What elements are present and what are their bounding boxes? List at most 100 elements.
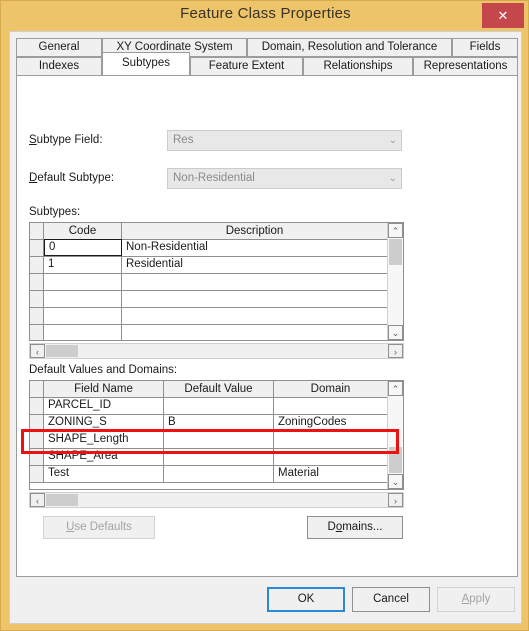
domains-label-pre: D — [327, 521, 336, 533]
table-row[interactable]: Test Material — [30, 466, 387, 483]
cell-description[interactable] — [122, 274, 387, 290]
domains-button[interactable]: Domains... — [307, 516, 403, 539]
tab-domain-resolution-tolerance[interactable]: Domain, Resolution and Tolerance — [247, 38, 452, 57]
tab-representations[interactable]: Representations — [413, 57, 518, 76]
defaults-grid-label: Default Values and Domains: — [29, 364, 178, 376]
table-row[interactable]: 0 Non-Residential — [30, 239, 387, 257]
cancel-button[interactable]: Cancel — [352, 587, 430, 612]
row-header[interactable] — [30, 257, 44, 273]
scroll-right-icon[interactable]: › — [388, 344, 403, 358]
subtypes-vertical-scrollbar[interactable]: ⌃ ⌄ — [387, 223, 403, 340]
ok-button[interactable]: OK — [267, 587, 345, 612]
row-header[interactable] — [30, 466, 44, 482]
cell-field-name[interactable]: SHAPE_Length — [44, 432, 164, 448]
cell-field-name[interactable]: ZONING_S — [44, 415, 164, 431]
subtype-field-label-text: ubtype Field: — [36, 134, 103, 146]
cell-default-value[interactable]: B — [164, 415, 274, 431]
column-header-description[interactable]: Description — [122, 223, 387, 239]
cell-domain[interactable] — [274, 432, 387, 448]
cell-description[interactable] — [122, 291, 387, 307]
cell-field-name[interactable]: SHAPE_Area — [44, 449, 164, 465]
scroll-thumb-horizontal[interactable] — [46, 345, 78, 357]
cell-domain[interactable]: Material — [274, 466, 387, 482]
row-header[interactable] — [30, 432, 44, 448]
column-header-field-name[interactable]: Field Name — [44, 381, 164, 397]
defaults-vertical-scrollbar[interactable]: ⌃ ⌄ — [387, 381, 403, 489]
defaults-grid[interactable]: Field Name Default Value Domain PARCEL_I… — [29, 380, 404, 490]
scroll-down-icon[interactable]: ⌄ — [388, 474, 403, 489]
apply-button[interactable]: Apply — [437, 587, 515, 612]
cell-code[interactable] — [44, 308, 122, 324]
table-row[interactable]: ZONING_S B ZoningCodes — [30, 415, 387, 432]
row-header[interactable] — [30, 308, 44, 324]
cell-field-name[interactable]: Test — [44, 466, 164, 482]
scroll-thumb-horizontal[interactable] — [46, 494, 78, 506]
column-header-code[interactable]: Code — [44, 223, 122, 239]
table-row[interactable]: SHAPE_Area — [30, 449, 387, 466]
tab-fields[interactable]: Fields — [452, 38, 518, 57]
default-subtype-value: Non-Residential — [173, 172, 255, 184]
subtypes-tab-panel: Subtype Field: Res ⌄ Default Subtype: No… — [16, 75, 518, 577]
scroll-up-icon[interactable]: ⌃ — [388, 381, 403, 396]
cell-default-value[interactable] — [164, 398, 274, 414]
cell-description[interactable] — [122, 308, 387, 324]
use-defaults-label: se Defaults — [74, 521, 132, 533]
cell-domain[interactable]: ZoningCodes — [274, 415, 387, 431]
table-row[interactable] — [30, 308, 387, 325]
row-header[interactable] — [30, 325, 44, 340]
column-header-domain[interactable]: Domain — [274, 381, 387, 397]
domains-label-post: mains... — [342, 521, 383, 533]
scroll-right-icon[interactable]: › — [388, 493, 403, 507]
cell-code[interactable]: 1 — [44, 257, 122, 273]
table-row[interactable] — [30, 325, 387, 340]
cell-default-value[interactable] — [164, 466, 274, 482]
scroll-up-icon[interactable]: ⌃ — [388, 223, 403, 238]
row-header[interactable] — [30, 415, 44, 431]
table-row[interactable] — [30, 291, 387, 308]
cell-domain[interactable] — [274, 449, 387, 465]
cell-code[interactable] — [44, 274, 122, 290]
subtypes-horizontal-scrollbar[interactable]: ‹ › — [29, 343, 404, 359]
use-defaults-button[interactable]: Use Defaults — [43, 516, 155, 539]
tab-indexes[interactable]: Indexes — [16, 57, 102, 76]
scroll-thumb-vertical[interactable] — [389, 447, 402, 473]
cell-default-value[interactable] — [164, 449, 274, 465]
tab-strip: General XY Coordinate System Domain, Res… — [16, 38, 518, 80]
cell-description[interactable]: Residential — [122, 257, 387, 273]
cell-description[interactable]: Non-Residential — [122, 240, 387, 256]
defaults-horizontal-scrollbar[interactable]: ‹ › — [29, 492, 404, 508]
tab-general[interactable]: General — [16, 38, 102, 57]
cell-code[interactable] — [44, 291, 122, 307]
close-icon[interactable]: ✕ — [482, 3, 524, 28]
row-header[interactable] — [30, 274, 44, 290]
table-row[interactable]: SHAPE_Length — [30, 432, 387, 449]
cell-default-value[interactable] — [164, 432, 274, 448]
row-header[interactable] — [30, 240, 44, 256]
subtypes-grid[interactable]: Code Description 0 Non-Residential 1 Res… — [29, 222, 404, 341]
dialog-client-area: General XY Coordinate System Domain, Res… — [9, 31, 522, 624]
cell-code[interactable]: 0 — [44, 239, 122, 256]
tab-relationships[interactable]: Relationships — [303, 57, 413, 76]
default-subtype-dropdown[interactable]: Non-Residential ⌄ — [167, 168, 402, 189]
row-selector-header — [30, 223, 44, 239]
row-header[interactable] — [30, 291, 44, 307]
cell-field-name[interactable]: PARCEL_ID — [44, 398, 164, 414]
cell-code[interactable] — [44, 325, 122, 340]
tab-feature-extent[interactable]: Feature Extent — [190, 57, 303, 76]
dialog-window: Feature Class Properties ✕ General XY Co… — [0, 0, 529, 631]
table-row[interactable]: PARCEL_ID — [30, 398, 387, 415]
scroll-thumb-vertical[interactable] — [389, 239, 402, 265]
subtype-field-label: Subtype Field: — [29, 134, 103, 146]
subtype-field-dropdown[interactable]: Res ⌄ — [167, 130, 402, 151]
table-row[interactable] — [30, 274, 387, 291]
table-row[interactable]: 1 Residential — [30, 257, 387, 274]
scroll-left-icon[interactable]: ‹ — [30, 493, 45, 507]
cell-domain[interactable] — [274, 398, 387, 414]
scroll-left-icon[interactable]: ‹ — [30, 344, 45, 358]
row-header[interactable] — [30, 449, 44, 465]
tab-subtypes[interactable]: Subtypes — [102, 52, 190, 76]
column-header-default-value[interactable]: Default Value — [164, 381, 274, 397]
scroll-down-icon[interactable]: ⌄ — [388, 325, 403, 340]
row-header[interactable] — [30, 398, 44, 414]
cell-description[interactable] — [122, 325, 387, 340]
